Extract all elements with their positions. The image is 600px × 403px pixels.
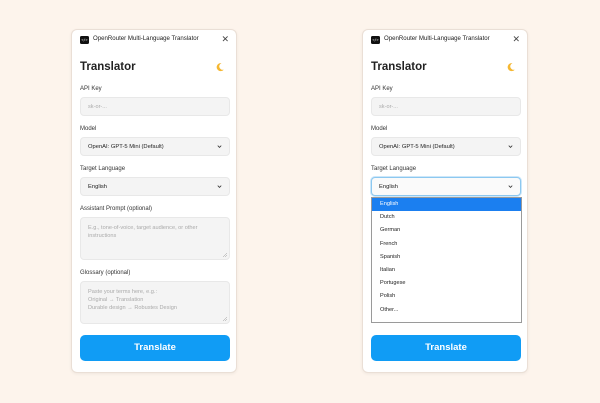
translate-button[interactable]: Translate bbox=[371, 335, 521, 361]
api-key-label: API Key bbox=[80, 86, 102, 92]
target-language-select[interactable]: English bbox=[80, 177, 230, 196]
model-value: OpenAI: GPT-5 Mini (Default) bbox=[88, 144, 164, 150]
app-logo-icon: </> bbox=[80, 36, 89, 44]
translator-panel-dropdown-open: </> OpenRouter Multi-Language Translator… bbox=[362, 29, 528, 373]
language-option-french[interactable]: French bbox=[372, 238, 521, 251]
model-select[interactable]: OpenAI: GPT-5 Mini (Default) bbox=[371, 137, 521, 156]
model-label: Model bbox=[371, 126, 388, 132]
language-option-dutch[interactable]: Dutch bbox=[372, 211, 521, 224]
glossary-textarea[interactable]: Paste your terms here, e.g.: Original → … bbox=[80, 281, 230, 324]
model-label: Model bbox=[80, 126, 97, 132]
app-logo-icon: </> bbox=[371, 36, 380, 44]
resize-handle-icon[interactable] bbox=[223, 253, 227, 257]
close-icon[interactable]: ✕ bbox=[512, 34, 520, 45]
page-title: Translator bbox=[371, 61, 427, 73]
page-title: Translator bbox=[80, 61, 136, 73]
translator-panel-default: </> OpenRouter Multi-Language Translator… bbox=[71, 29, 237, 373]
moon-icon[interactable] bbox=[506, 62, 516, 72]
assistant-prompt-textarea[interactable]: E.g., tone-of-voice, target audience, or… bbox=[80, 217, 230, 260]
chevron-down-icon bbox=[508, 185, 513, 188]
chevron-down-icon bbox=[508, 145, 513, 148]
glossary-placeholder: Paste your terms here, e.g.: Original → … bbox=[88, 289, 177, 311]
resize-handle-icon[interactable] bbox=[223, 317, 227, 321]
language-option-spanish[interactable]: Spanish bbox=[372, 251, 521, 264]
language-option-english[interactable]: English bbox=[372, 198, 521, 212]
api-key-label: API Key bbox=[371, 86, 393, 92]
api-key-input[interactable]: sk-or-... bbox=[80, 97, 230, 116]
moon-icon[interactable] bbox=[215, 62, 225, 72]
api-key-input[interactable]: sk-or-... bbox=[371, 97, 521, 116]
language-option-german[interactable]: German bbox=[372, 224, 521, 237]
language-option-other[interactable]: Other... bbox=[372, 304, 521, 317]
assistant-prompt-placeholder: E.g., tone-of-voice, target audience, or… bbox=[88, 225, 198, 239]
model-value: OpenAI: GPT-5 Mini (Default) bbox=[379, 144, 455, 150]
api-key-placeholder: sk-or-... bbox=[379, 104, 398, 110]
chevron-down-icon bbox=[217, 185, 222, 188]
app-title: OpenRouter Multi-Language Translator bbox=[93, 35, 199, 42]
chevron-down-icon bbox=[217, 145, 222, 148]
target-language-value: English bbox=[88, 184, 108, 190]
app-title: OpenRouter Multi-Language Translator bbox=[384, 35, 490, 42]
language-dropdown-list: English Dutch German French Spanish Ital… bbox=[371, 197, 522, 323]
language-option-portugese[interactable]: Portugese bbox=[372, 277, 521, 290]
api-key-placeholder: sk-or-... bbox=[88, 104, 107, 110]
language-option-polish[interactable]: Polish bbox=[372, 290, 521, 303]
target-language-select[interactable]: English bbox=[371, 177, 521, 196]
close-icon[interactable]: ✕ bbox=[221, 34, 229, 45]
assistant-prompt-label: Assistant Prompt (optional) bbox=[80, 206, 153, 212]
glossary-label: Glossary (optional) bbox=[80, 270, 131, 276]
translate-button[interactable]: Translate bbox=[80, 335, 230, 361]
target-language-label: Target Language bbox=[371, 166, 417, 172]
title-bar: </> OpenRouter Multi-Language Translator… bbox=[72, 30, 236, 50]
target-language-value: English bbox=[379, 184, 399, 190]
model-select[interactable]: OpenAI: GPT-5 Mini (Default) bbox=[80, 137, 230, 156]
target-language-label: Target Language bbox=[80, 166, 126, 172]
language-option-italian[interactable]: Italian bbox=[372, 264, 521, 277]
title-bar: </> OpenRouter Multi-Language Translator… bbox=[363, 30, 527, 50]
